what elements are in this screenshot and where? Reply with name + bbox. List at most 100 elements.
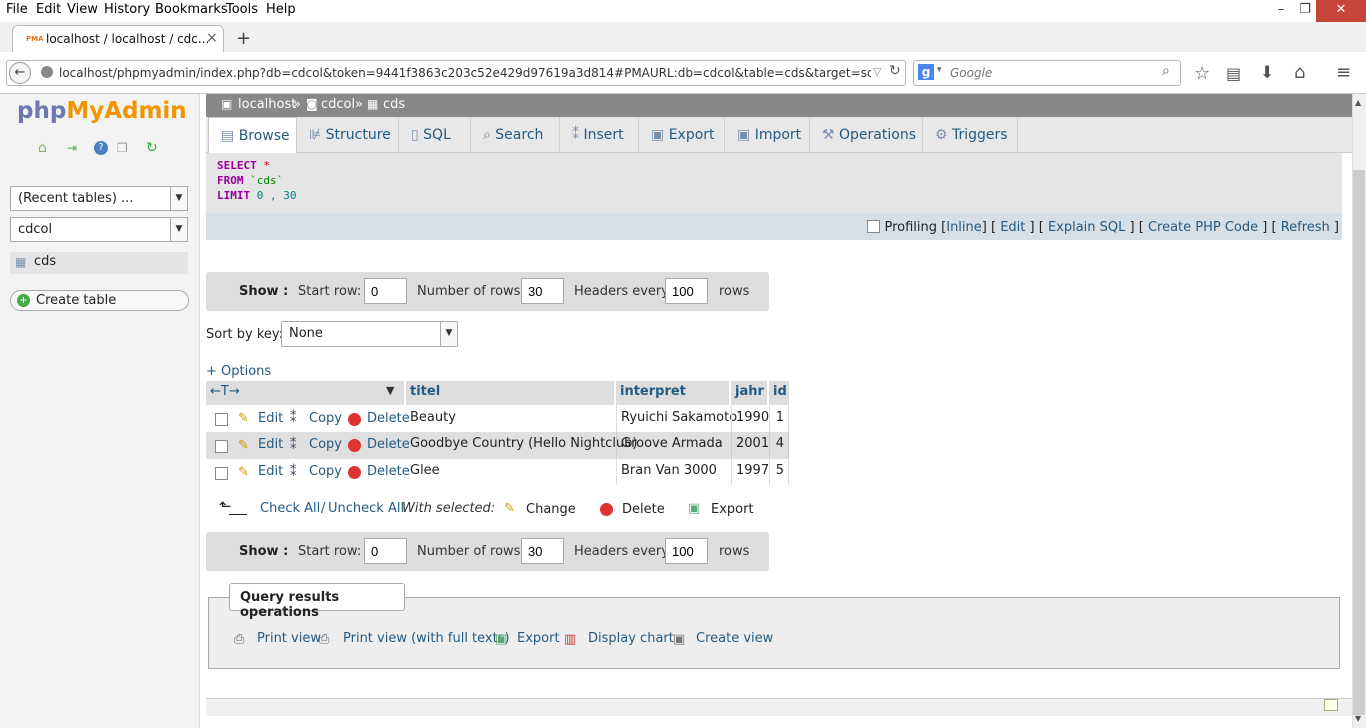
help-icon[interactable]: ?: [94, 141, 108, 155]
sort-by-key-select[interactable]: None ▼: [281, 321, 458, 347]
delete-link[interactable]: Delete: [367, 437, 410, 452]
column-header-interpret[interactable]: interpret: [616, 381, 729, 405]
delete-button[interactable]: Delete: [622, 502, 665, 517]
headers-every-input[interactable]: [665, 538, 708, 564]
column-header-titel[interactable]: titel: [406, 381, 614, 405]
cell-jahr[interactable]: 1997: [731, 458, 773, 485]
uncheck-all-link[interactable]: Uncheck All: [328, 501, 404, 516]
scroll-up-icon[interactable]: ▲: [1355, 98, 1361, 107]
column-arrows-icon[interactable]: ←T→: [210, 384, 240, 399]
url-dropdown-icon[interactable]: ▽: [873, 65, 881, 78]
reload-icon[interactable]: ↻: [889, 63, 901, 79]
breadcrumb-server[interactable]: localhost: [238, 97, 296, 112]
create-table-button[interactable]: + Create table: [10, 290, 189, 311]
column-header-jahr[interactable]: jahr: [731, 381, 767, 405]
cell-interpret[interactable]: Groove Armada: [616, 431, 727, 458]
print-view-link[interactable]: Print view: [257, 631, 321, 646]
recent-tables-select[interactable]: (Recent tables) ... ▼: [10, 186, 188, 211]
downloads-icon[interactable]: ⬇: [1260, 63, 1274, 83]
google-icon[interactable]: g: [918, 64, 934, 80]
menu-icon[interactable]: ≡: [1336, 62, 1351, 83]
console-icon[interactable]: [1324, 699, 1338, 711]
breadcrumb-table[interactable]: cds: [383, 97, 405, 112]
options-link[interactable]: + Options: [206, 364, 271, 379]
num-rows-input[interactable]: [521, 278, 564, 304]
delete-link[interactable]: Delete: [367, 411, 410, 426]
logout-icon[interactable]: ⇥: [67, 141, 77, 155]
back-arrow-icon[interactable]: ←: [9, 62, 31, 84]
print-view-full-link[interactable]: Print view (with full texts): [343, 631, 510, 646]
docs-icon[interactable]: ❐: [117, 141, 128, 155]
cell-titel[interactable]: Beauty: [406, 405, 460, 432]
tab-structure[interactable]: ⊯ Structure: [297, 117, 399, 153]
home-icon[interactable]: ⌂: [1294, 62, 1305, 83]
browser-tab[interactable]: PMA localhost / localhost / cdc... ×: [12, 25, 224, 53]
num-rows-input[interactable]: [521, 538, 564, 564]
column-header-id[interactable]: id: [769, 381, 789, 405]
profiling-checkbox[interactable]: [867, 220, 881, 233]
edit-link[interactable]: Edit: [258, 464, 283, 479]
start-row-input[interactable]: [364, 278, 407, 304]
breadcrumb-db[interactable]: cdcol: [321, 97, 355, 112]
headers-every-input[interactable]: [665, 278, 708, 304]
tab-browse[interactable]: ▤ Browse: [208, 117, 297, 153]
cell-titel[interactable]: Goodbye Country (Hello Nightclub): [406, 431, 642, 458]
row-checkbox[interactable]: [215, 467, 228, 480]
new-tab-button[interactable]: +: [236, 28, 251, 49]
sort-dropdown-icon[interactable]: ▼: [386, 384, 394, 397]
export-button[interactable]: Export: [711, 502, 754, 517]
reading-list-icon[interactable]: ▤: [1226, 64, 1241, 83]
cell-titel[interactable]: Glee: [406, 458, 444, 485]
display-chart-link[interactable]: Display chart: [588, 631, 674, 646]
menu-help[interactable]: Help: [266, 2, 296, 17]
copy-link[interactable]: Copy: [309, 464, 342, 479]
search-icon[interactable]: ⌕: [1162, 63, 1170, 79]
delete-link[interactable]: Delete: [367, 464, 410, 479]
tab-sql[interactable]: ▯ SQL: [399, 117, 471, 153]
create-view-link[interactable]: Create view: [696, 631, 773, 646]
cell-interpret[interactable]: Ryuichi Sakamoto: [616, 405, 741, 432]
url-bar[interactable]: ← localhost/phpmyadmin/index.php?db=cdco…: [6, 60, 906, 86]
inline-link[interactable]: Inline: [946, 220, 982, 235]
explain-sql-link[interactable]: Explain SQL: [1048, 220, 1125, 235]
menu-file[interactable]: File: [6, 2, 28, 17]
url-text[interactable]: localhost/phpmyadmin/index.php?db=cdcol&…: [59, 66, 871, 80]
sidebar-item-cds[interactable]: ▦ cds: [10, 252, 188, 274]
edit-link[interactable]: Edit: [258, 437, 283, 452]
row-checkbox[interactable]: [215, 413, 228, 426]
tab-export[interactable]: ▣ Export: [639, 117, 725, 153]
change-button[interactable]: Change: [526, 502, 576, 517]
refresh-link[interactable]: Refresh: [1281, 220, 1330, 235]
edit-link[interactable]: Edit: [1000, 220, 1025, 235]
check-all-link[interactable]: Check All: [260, 501, 320, 516]
tab-operations[interactable]: ⚒ Operations: [810, 117, 923, 153]
copy-link[interactable]: Copy: [309, 411, 342, 426]
start-row-input[interactable]: [364, 538, 407, 564]
cell-id[interactable]: 5: [769, 458, 789, 485]
search-placeholder[interactable]: Google: [950, 66, 992, 80]
edit-link[interactable]: Edit: [258, 411, 283, 426]
menu-tools[interactable]: Tools: [226, 2, 258, 17]
cell-id[interactable]: 4: [769, 431, 789, 458]
cell-jahr[interactable]: 1990: [731, 405, 773, 432]
tab-import[interactable]: ▣ Import: [725, 117, 810, 153]
search-bar[interactable]: g ▾ Google ⌕: [913, 60, 1181, 86]
database-select[interactable]: cdcol ▼: [10, 217, 188, 242]
create-php-code-link[interactable]: Create PHP Code: [1148, 220, 1258, 235]
menu-bookmarks[interactable]: Bookmarks: [155, 2, 228, 17]
close-window-button[interactable]: ✕: [1316, 0, 1366, 22]
row-checkbox[interactable]: [215, 440, 228, 453]
scroll-down-icon[interactable]: ▼: [1355, 714, 1361, 723]
scrollbar-thumb[interactable]: [1353, 170, 1365, 715]
bookmark-star-icon[interactable]: ☆: [1194, 63, 1210, 84]
tab-close-icon[interactable]: ×: [206, 30, 218, 46]
tab-search[interactable]: ⌕ Search: [471, 117, 560, 153]
cell-id[interactable]: 1: [769, 405, 789, 432]
menu-view[interactable]: View: [67, 2, 98, 17]
home-icon[interactable]: ⌂: [38, 140, 47, 156]
reload-nav-icon[interactable]: ↻: [146, 140, 158, 156]
export-link[interactable]: Export: [517, 631, 560, 646]
copy-link[interactable]: Copy: [309, 437, 342, 452]
cell-interpret[interactable]: Bran Van 3000: [616, 458, 721, 485]
phpmyadmin-logo[interactable]: phpMyAdmin: [17, 98, 187, 124]
